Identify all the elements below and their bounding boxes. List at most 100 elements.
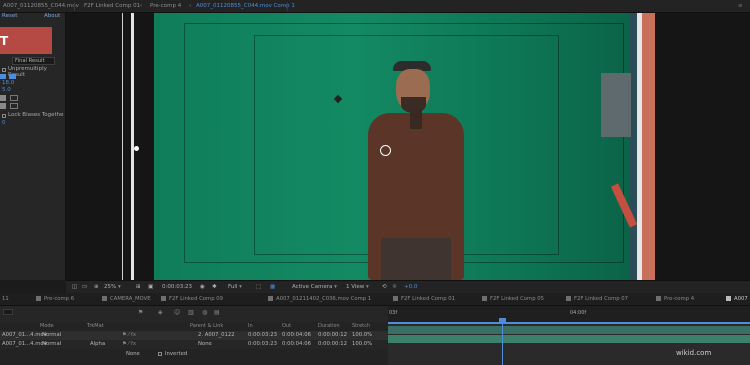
views-dropdown[interactable]: 1 View bbox=[346, 284, 369, 290]
footage-frame[interactable] bbox=[154, 13, 655, 280]
draft-3d-icon[interactable]: ◈ bbox=[158, 309, 163, 316]
light-fixture bbox=[601, 73, 631, 137]
table-row[interactable]: A007_01...4.mov Normal Alpha ⚑ ⁄ fx None… bbox=[0, 340, 388, 349]
value-field[interactable]: 0 bbox=[2, 120, 6, 126]
guide-line bbox=[122, 13, 123, 280]
mode-dropdown[interactable]: Normal bbox=[42, 332, 61, 338]
timeline-tab-bar: 11 Pre-comp 6 CAMERA_MOVE F2F Linked Com… bbox=[0, 293, 750, 306]
timeline-tab[interactable]: F2F Linked Comp 09 bbox=[161, 296, 223, 302]
resolution-dropdown[interactable]: Full bbox=[228, 284, 242, 290]
switch-icons[interactable]: ⚑ ⁄ fx bbox=[122, 332, 136, 338]
in-value[interactable]: 0:00:03:23 bbox=[248, 332, 277, 338]
mask-parent-dropdown[interactable]: None bbox=[126, 351, 140, 357]
region-icon[interactable]: ⬚ bbox=[256, 284, 261, 290]
zoom-dropdown[interactable]: 25% bbox=[104, 284, 121, 290]
reset-exposure-icon[interactable]: ⟲ bbox=[382, 284, 387, 290]
tab-active-comp[interactable]: A007_01120855_C044.mov Comp 1 bbox=[196, 3, 295, 9]
timeline-tab[interactable]: F2F Linked Comp 01 bbox=[393, 296, 455, 302]
timeline-tab[interactable]: Pre-comp 4 bbox=[656, 296, 694, 302]
layer-track-bar[interactable] bbox=[388, 335, 750, 343]
inverted-checkbox[interactable] bbox=[158, 352, 162, 356]
reset-link[interactable]: Reset bbox=[2, 13, 17, 19]
in-header: In bbox=[248, 323, 253, 329]
stretch-value[interactable]: 100.0% bbox=[352, 332, 372, 338]
in-value[interactable]: 0:00:03:23 bbox=[248, 341, 277, 347]
tab-separator bbox=[74, 2, 75, 11]
work-area-bar[interactable] bbox=[388, 322, 750, 324]
timeline-tab[interactable]: CAMERA_MOVE bbox=[102, 296, 151, 302]
unmultiply-checkbox[interactable] bbox=[2, 68, 6, 72]
parent-header: Parent & Link bbox=[190, 323, 224, 329]
monitor-icon[interactable]: ▭ bbox=[82, 284, 87, 290]
color-swatch[interactable] bbox=[0, 74, 6, 79]
tab-pre-comp-4[interactable]: Pre-comp 4 bbox=[150, 3, 181, 9]
duration-value[interactable]: 0:00:00:12 bbox=[318, 332, 347, 338]
anchor-crosshair-icon[interactable] bbox=[380, 145, 391, 156]
zoom-icon[interactable]: ⊕ bbox=[94, 284, 99, 290]
toggle-switch-icon[interactable]: ⚑ bbox=[138, 309, 143, 316]
frame-blend-icon[interactable]: ▥ bbox=[188, 309, 194, 316]
exposure-value[interactable]: +0.0 bbox=[404, 284, 417, 290]
timeline-tab[interactable]: Pre-comp 6 bbox=[36, 296, 74, 302]
out-header: Out bbox=[282, 323, 292, 329]
view-dropdown[interactable]: Final Result bbox=[12, 57, 55, 65]
trkmat-dropdown[interactable]: Alpha bbox=[90, 341, 105, 347]
lock-biases-label: Lock Biases Togethe bbox=[8, 112, 64, 118]
playhead-handle[interactable] bbox=[499, 318, 506, 324]
color-swatch[interactable] bbox=[9, 74, 16, 79]
color-swatch[interactable] bbox=[0, 103, 6, 109]
timeline-graph[interactable]: 03f 04:00f wikid.com bbox=[388, 306, 750, 365]
transparency-icon[interactable]: ▦ bbox=[270, 284, 275, 290]
search-bar[interactable] bbox=[0, 306, 388, 322]
search-input[interactable] bbox=[3, 309, 13, 315]
about-link[interactable]: About bbox=[44, 13, 60, 19]
duration-header: Duration bbox=[318, 323, 340, 329]
camera-icon[interactable]: ◉ bbox=[200, 284, 205, 290]
out-value[interactable]: 0:00:04:06 bbox=[282, 341, 311, 347]
table-row[interactable]: A007_01...4.mov Normal ⚑ ⁄ fx 2. A007_01… bbox=[0, 331, 388, 340]
out-value[interactable]: 0:00:04:06 bbox=[282, 332, 311, 338]
unmultiply-label: Unpremultiply Result bbox=[8, 66, 47, 78]
eyedropper-icon[interactable] bbox=[10, 95, 18, 101]
timeline-tab[interactable]: A007_01211402_C036.mov Comp 1 bbox=[268, 296, 371, 302]
snapshot-icon[interactable]: ◫ bbox=[72, 284, 77, 290]
mask-icon[interactable]: ▣ bbox=[148, 284, 153, 290]
panel-menu-icon[interactable]: ≡ bbox=[738, 3, 743, 9]
lock-biases-checkbox[interactable] bbox=[2, 114, 6, 118]
stretch-value[interactable]: 100.0% bbox=[352, 341, 372, 347]
switch-icons[interactable]: ⚑ ⁄ fx bbox=[122, 341, 136, 347]
color-icon[interactable]: ✱ bbox=[212, 284, 217, 290]
timeline-tab[interactable]: F2F Linked Comp 07 bbox=[566, 296, 628, 302]
layer-track-bar[interactable] bbox=[388, 326, 750, 334]
source-tab[interactable]: A007_01120855_C044.mov bbox=[3, 3, 79, 9]
time-ruler[interactable]: 03f 04:00f bbox=[388, 306, 750, 322]
person-collar bbox=[410, 109, 422, 129]
timeline-tab-active[interactable]: A007 bbox=[726, 296, 748, 302]
grid-icon[interactable]: ⊞ bbox=[136, 284, 141, 290]
value-field[interactable]: 5.0 bbox=[2, 87, 11, 93]
graph-editor-icon[interactable]: ▤ bbox=[214, 309, 220, 316]
composition-tab-bar: A007_01120855_C044.mov F2F Linked Comp 0… bbox=[0, 0, 750, 13]
eyedropper-icon[interactable] bbox=[10, 103, 18, 109]
parent-dropdown[interactable]: 2. A007_0122 bbox=[198, 332, 235, 338]
playhead[interactable] bbox=[502, 319, 503, 365]
timeline-tab[interactable]: F2F Linked Comp 05 bbox=[482, 296, 544, 302]
parent-dropdown[interactable]: None bbox=[198, 341, 212, 347]
tab-chevron-icon[interactable]: ‹ bbox=[140, 3, 142, 9]
tab-chevron-icon[interactable]: ‹ bbox=[189, 3, 191, 9]
watermark-label: wikid.com bbox=[676, 349, 712, 357]
value-field[interactable]: 18.0 bbox=[2, 80, 14, 86]
color-swatch[interactable] bbox=[0, 95, 6, 101]
duration-value[interactable]: 0:00:00:12 bbox=[318, 341, 347, 347]
viewer-toolbar: ◫ ▭ ⊕ 25% ⊞ ▣ 0:00:03:23 ◉ ✱ Full ⬚ ▦ Ac… bbox=[66, 280, 750, 293]
tab-f2f-linked-comp-01[interactable]: F2F Linked Comp 01 bbox=[84, 3, 140, 9]
anchor-point-handle[interactable] bbox=[134, 146, 139, 151]
trkmat-header: TrkMat bbox=[87, 323, 104, 329]
motion-blur-icon[interactable]: ◍ bbox=[202, 309, 207, 316]
camera-dropdown[interactable]: Active Camera bbox=[292, 284, 337, 290]
table-row[interactable]: None Inverted bbox=[0, 350, 388, 359]
shy-icon[interactable]: ☺ bbox=[174, 309, 180, 316]
exposure-icon[interactable]: ☼ bbox=[392, 284, 397, 290]
timecode-display[interactable]: 0:00:03:23 bbox=[162, 284, 192, 290]
mode-dropdown[interactable]: Normal bbox=[42, 341, 61, 347]
